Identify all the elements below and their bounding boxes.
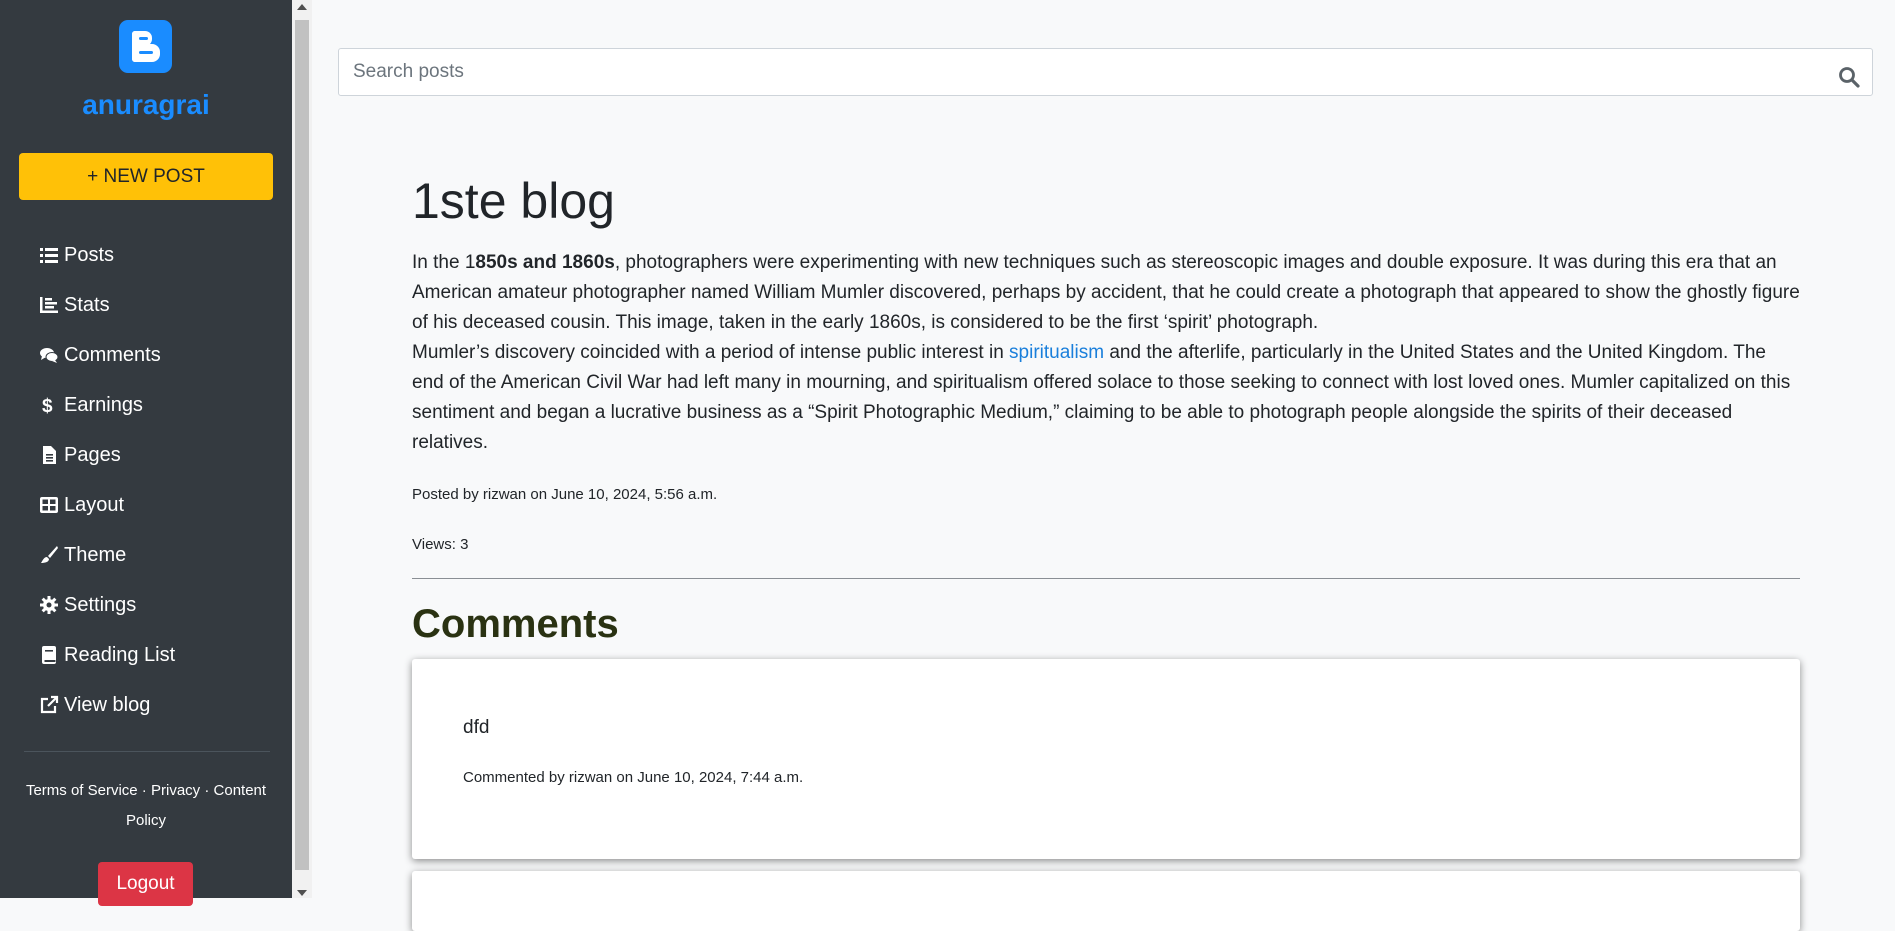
sidebar-item-settings[interactable]: Settings (38, 590, 136, 620)
sidebar-item-reading-list[interactable]: Reading List (38, 640, 175, 670)
spiritualism-link[interactable]: spiritualism (1009, 342, 1104, 363)
sidebar-item-earnings[interactable]: $ Earnings (38, 390, 143, 420)
gear-icon (38, 594, 60, 616)
scrollbar[interactable] (292, 0, 312, 898)
book-icon (38, 644, 60, 666)
scroll-down-arrow-icon[interactable] (297, 890, 307, 896)
sidebar-item-posts[interactable]: Posts (38, 240, 114, 270)
sidebar-item-view-blog[interactable]: View blog (38, 690, 150, 720)
brush-icon (38, 544, 60, 566)
list-icon (38, 244, 60, 266)
divider (412, 578, 1800, 579)
comment-card (412, 871, 1800, 931)
separator: · (200, 782, 214, 799)
layout-icon (38, 494, 60, 516)
logout-button[interactable]: Logout (98, 862, 193, 906)
sidebar-item-label: Comments (64, 343, 161, 366)
comment-meta: Commented by rizwan on June 10, 2024, 7:… (463, 769, 804, 786)
sidebar-divider (24, 751, 270, 752)
comments-heading: Comments (412, 602, 619, 646)
svg-text:$: $ (42, 396, 53, 415)
comments-icon (38, 344, 60, 366)
post-title: 1ste blog (412, 173, 615, 229)
text-span: In the 1 (412, 252, 476, 273)
sidebar-item-comments[interactable]: Comments (38, 340, 161, 370)
chart-icon (38, 294, 60, 316)
separator: · (137, 782, 151, 799)
search-icon[interactable] (1838, 66, 1860, 88)
search-bar (338, 48, 1873, 96)
bold-text: 850s and 1860s (475, 252, 615, 273)
brand-name[interactable]: anuragrai (0, 89, 292, 121)
sidebar-item-layout[interactable]: Layout (38, 490, 124, 520)
comment-card: dfd Commented by rizwan on June 10, 2024… (412, 659, 1800, 859)
sidebar-item-label: Reading List (64, 643, 176, 666)
footer-links: Terms of Service · Privacy · Content Pol… (18, 776, 274, 836)
sidebar-item-label: Settings (64, 593, 137, 616)
post-paragraph: Mumler’s discovery coincided with a peri… (412, 338, 1802, 458)
scrollbar-thumb[interactable] (295, 20, 309, 870)
post-meta: Posted by rizwan on June 10, 2024, 5:56 … (412, 486, 718, 503)
sidebar-item-label: Layout (64, 493, 125, 516)
comment-text: dfd (463, 717, 490, 738)
text-span: Mumler’s discovery coincided with a peri… (412, 342, 1010, 363)
scroll-up-arrow-icon[interactable] (297, 4, 307, 10)
text-span: , photographers were experimenting with … (412, 252, 1800, 333)
privacy-link[interactable]: Privacy (151, 782, 200, 799)
sidebar-item-label: Stats (64, 293, 110, 316)
sidebar: anuragrai + NEW POST Posts Stats Comment… (0, 0, 292, 906)
sidebar-item-label: Posts (64, 243, 115, 266)
sidebar-item-label: Pages (64, 443, 121, 466)
new-post-button[interactable]: + NEW POST (19, 153, 273, 200)
post-paragraph: In the 1850s and 1860s, photographers we… (412, 248, 1802, 338)
terms-link[interactable]: Terms of Service (26, 782, 138, 799)
sidebar-item-label: View blog (64, 693, 151, 716)
sidebar-item-label: Earnings (64, 393, 143, 416)
blogger-logo-icon[interactable] (119, 20, 172, 73)
dollar-icon: $ (38, 394, 60, 416)
post-views: Views: 3 (412, 536, 469, 553)
sidebar-item-stats[interactable]: Stats (38, 290, 110, 320)
file-icon (38, 444, 60, 466)
search-input[interactable] (339, 49, 1837, 95)
sidebar-item-pages[interactable]: Pages (38, 440, 121, 470)
sidebar-item-label: Theme (64, 543, 127, 566)
post-body: In the 1850s and 1860s, photographers we… (412, 248, 1802, 458)
external-link-icon (38, 694, 60, 716)
sidebar-item-theme[interactable]: Theme (38, 540, 126, 570)
